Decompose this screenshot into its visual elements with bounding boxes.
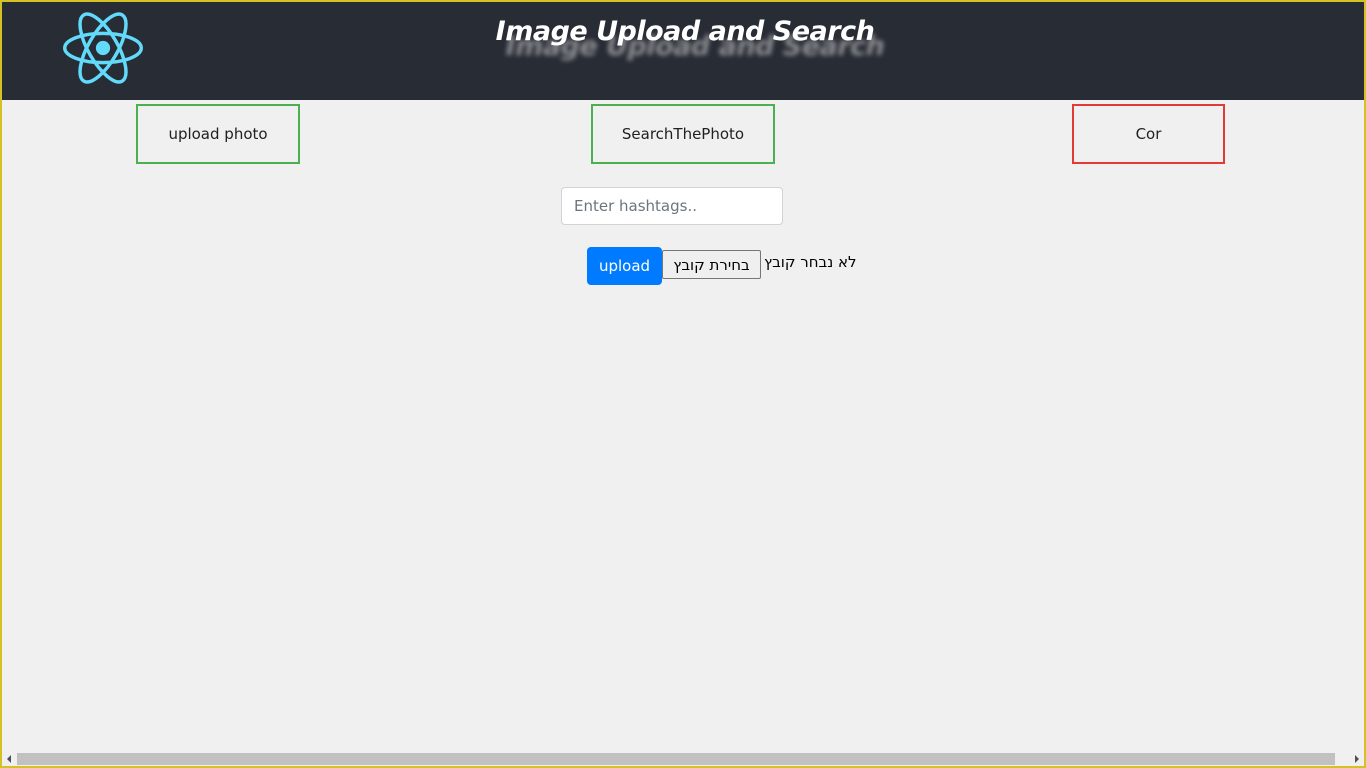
search-photo-nav-button[interactable]: SearchThePhoto: [591, 104, 775, 164]
search-photo-nav-label: SearchThePhoto: [621, 125, 745, 143]
cor-nav-button[interactable]: Cor: [1072, 104, 1225, 164]
hashtags-input[interactable]: [561, 187, 783, 225]
scroll-left-arrow-icon[interactable]: [2, 752, 16, 766]
page-title-text: Image Upload and Search: [495, 16, 875, 47]
upload-photo-nav-button[interactable]: upload photo: [136, 104, 300, 164]
upload-button-label: upload: [598, 257, 651, 275]
page-title-container: Image Upload and Search Image Upload and…: [2, 16, 1366, 62]
cor-nav-label: Cor: [1135, 125, 1162, 143]
file-status-text: לא נבחר קובץ: [764, 253, 857, 271]
scroll-right-arrow-icon[interactable]: [1350, 752, 1364, 766]
app-header: Image Upload and Search Image Upload and…: [2, 2, 1364, 100]
choose-file-label: בחירת קובץ: [673, 255, 750, 274]
upload-button[interactable]: upload: [587, 247, 662, 285]
page-title: Image Upload and Search Image Upload and…: [495, 16, 885, 62]
upload-photo-nav-label: upload photo: [168, 125, 268, 143]
horizontal-scroll-thumb[interactable]: [17, 753, 1335, 765]
choose-file-button[interactable]: בחירת קובץ: [662, 250, 761, 279]
horizontal-scrollbar[interactable]: [2, 752, 1364, 766]
